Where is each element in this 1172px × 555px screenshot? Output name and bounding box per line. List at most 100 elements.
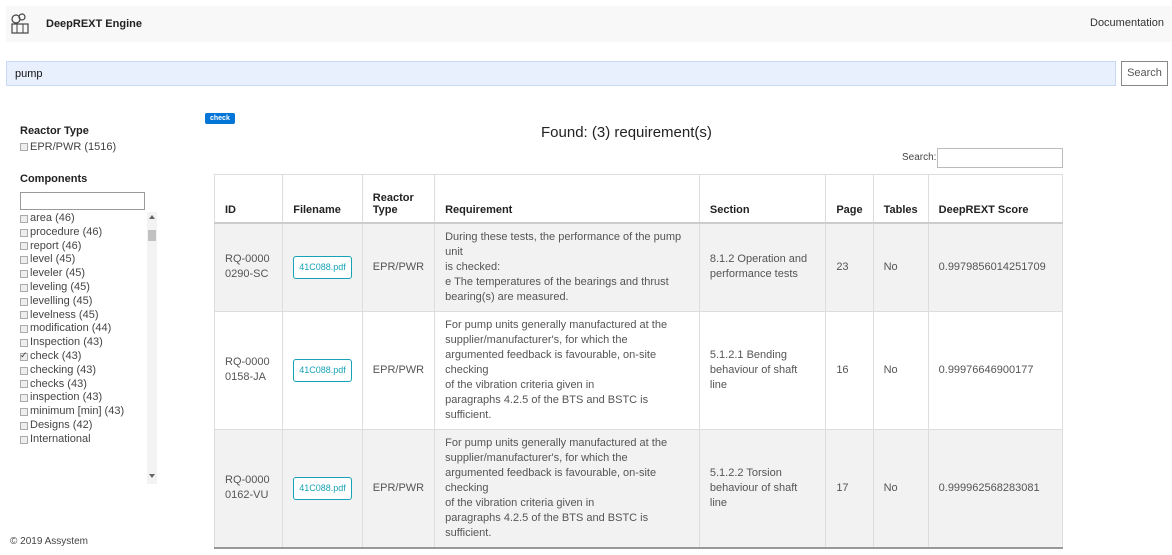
component-option[interactable]: area (46) (20, 212, 145, 226)
filename-cell: 41C088.pdf (282, 428, 363, 548)
component-option[interactable]: checks (43) (20, 378, 145, 392)
pdf-file-button[interactable]: 41C088.pdf (293, 358, 352, 382)
filename-cell: 41C088.pdf (282, 310, 363, 430)
requirement-line: is checked: (445, 260, 501, 273)
page-cell: 16 (825, 310, 874, 430)
components-list: area (46) procedure (46) report (46) level … (20, 212, 160, 484)
component-label: area (46) (30, 212, 75, 224)
checkbox[interactable] (20, 297, 28, 306)
checkbox[interactable] (20, 242, 28, 251)
table-search-input[interactable] (937, 148, 1063, 168)
component-option[interactable]: Designs (42) (20, 419, 145, 433)
reactor-type-cell: EPR/PWR (361, 310, 436, 430)
component-option[interactable]: inspection (43) (20, 391, 145, 405)
component-label: modification (44) (30, 322, 112, 335)
requirement-id-cell: RQ-00000290-SC (213, 222, 284, 312)
components-title: Components (20, 173, 88, 185)
component-option[interactable]: leveling (45) (20, 281, 145, 295)
tables-cell: No (872, 428, 929, 548)
column-header[interactable]: Tables (872, 174, 929, 224)
top-navbar: DeepREXT Engine Documentation (6, 6, 1172, 42)
requirement-line: bearing(s) are measured. (445, 290, 569, 303)
component-option[interactable]: level (45) (20, 253, 145, 267)
table-search-label: Search: (902, 152, 937, 163)
tables-cell: No (872, 222, 929, 312)
checkbox[interactable] (20, 270, 28, 279)
requirement-line: of the vibration criteria given in (445, 378, 595, 391)
scroll-thumb[interactable] (148, 230, 156, 241)
component-option[interactable]: procedure (46) (20, 226, 145, 240)
checkbox[interactable] (20, 349, 28, 363)
component-label: inspection (43) (30, 391, 103, 404)
tables-cell: No (872, 310, 929, 430)
checkbox[interactable] (20, 339, 28, 348)
reactor-type-title: Reactor Type (20, 125, 89, 137)
column-header[interactable]: DeepREXT Score (927, 174, 1064, 224)
app-title: DeepREXT Engine (46, 18, 142, 30)
requirement-line: e The temperatures of the bearings and t… (445, 275, 669, 288)
component-label: levelness (45) (30, 308, 99, 321)
search-button[interactable]: Search (1121, 61, 1168, 86)
component-option[interactable]: leveler (45) (20, 267, 145, 281)
brand[interactable]: DeepREXT Engine (10, 13, 142, 35)
component-option[interactable]: levelness (45) (20, 309, 145, 323)
requirement-id-cell: RQ-00000158-JA (213, 310, 284, 430)
checkbox[interactable] (20, 394, 28, 403)
checkbox[interactable] (20, 143, 28, 151)
checkbox[interactable] (20, 311, 28, 320)
component-label: Designs (42) (30, 418, 93, 431)
checkbox[interactable] (20, 283, 28, 292)
component-option[interactable]: checking (43) (20, 364, 145, 378)
table-header-row: ID Filename Reactor Type Requirement Section… (213, 174, 1064, 224)
component-label: leveling (45) (30, 280, 90, 293)
requirement-line: of the vibration criteria given in (445, 496, 595, 509)
component-option[interactable]: report (46) (20, 240, 145, 254)
requirement-cell: For pump units generally manufactured at… (434, 428, 700, 548)
component-label: checking (43) (30, 363, 97, 376)
column-header[interactable]: Filename (282, 174, 363, 224)
requirement-line: argumented feedback is favourable, on-si… (445, 348, 657, 376)
checkbox[interactable] (20, 408, 28, 417)
checkbox[interactable] (20, 366, 28, 375)
column-header[interactable]: Page (825, 174, 874, 224)
components-scrollbar[interactable] (147, 212, 157, 484)
checkbox[interactable] (20, 256, 28, 265)
footer-copyright: © 2019 Assystem (10, 536, 88, 547)
reactor-type-option[interactable]: EPR/PWR (1516) (20, 141, 160, 153)
pdf-file-button[interactable]: 41C088.pdf (293, 255, 352, 279)
section-cell: 8.1.2 Operation and performance tests (698, 222, 827, 312)
component-label: minimum [min] (43) (30, 405, 125, 418)
component-option[interactable]: check (43) (20, 349, 145, 364)
checkbox[interactable] (20, 325, 28, 334)
component-option[interactable]: minimum [min] (43) (20, 405, 145, 419)
checkbox[interactable] (20, 435, 28, 444)
requirement-line: supplier/manufacturer's, for which the (445, 333, 628, 346)
checkbox[interactable] (20, 228, 28, 237)
column-header[interactable]: ID (213, 174, 284, 224)
component-label: Inspection (43) (30, 336, 103, 349)
column-header[interactable]: Requirement (434, 174, 700, 224)
reactor-type-label: EPR/PWR (1516) (30, 141, 117, 153)
component-option[interactable]: modification (44) (20, 322, 145, 336)
column-header[interactable]: Section (698, 174, 827, 224)
checkbox[interactable] (20, 214, 28, 223)
component-option[interactable]: levelling (45) (20, 295, 145, 309)
active-filter-tag[interactable]: check (205, 113, 235, 124)
component-label: checks (43) (30, 377, 87, 390)
components-filter-input[interactable] (20, 192, 145, 210)
component-option[interactable]: Inspection (43) (20, 336, 145, 350)
requirement-line: paragraphs 4.2.5 of the BTS and BSTC is … (445, 393, 649, 421)
scroll-up-arrow-icon[interactable] (149, 215, 155, 219)
pdf-file-button[interactable]: 41C088.pdf (293, 476, 352, 500)
page-cell: 23 (825, 222, 874, 312)
column-header[interactable]: Reactor Type (361, 174, 436, 224)
component-option[interactable]: International (20, 433, 145, 447)
section-cell: 5.1.2.1 Bending behaviour of shaft line (698, 310, 827, 430)
scroll-down-arrow-icon[interactable] (149, 474, 155, 478)
checkbox[interactable] (20, 380, 28, 389)
checkbox[interactable] (20, 421, 28, 430)
search-input[interactable]: pump (6, 61, 1116, 86)
documentation-link[interactable]: Documentation (1090, 17, 1164, 29)
reactor-type-cell: EPR/PWR (361, 222, 436, 312)
section-cell: 5.1.2.2 Torsion behaviour of shaft line (698, 428, 827, 548)
